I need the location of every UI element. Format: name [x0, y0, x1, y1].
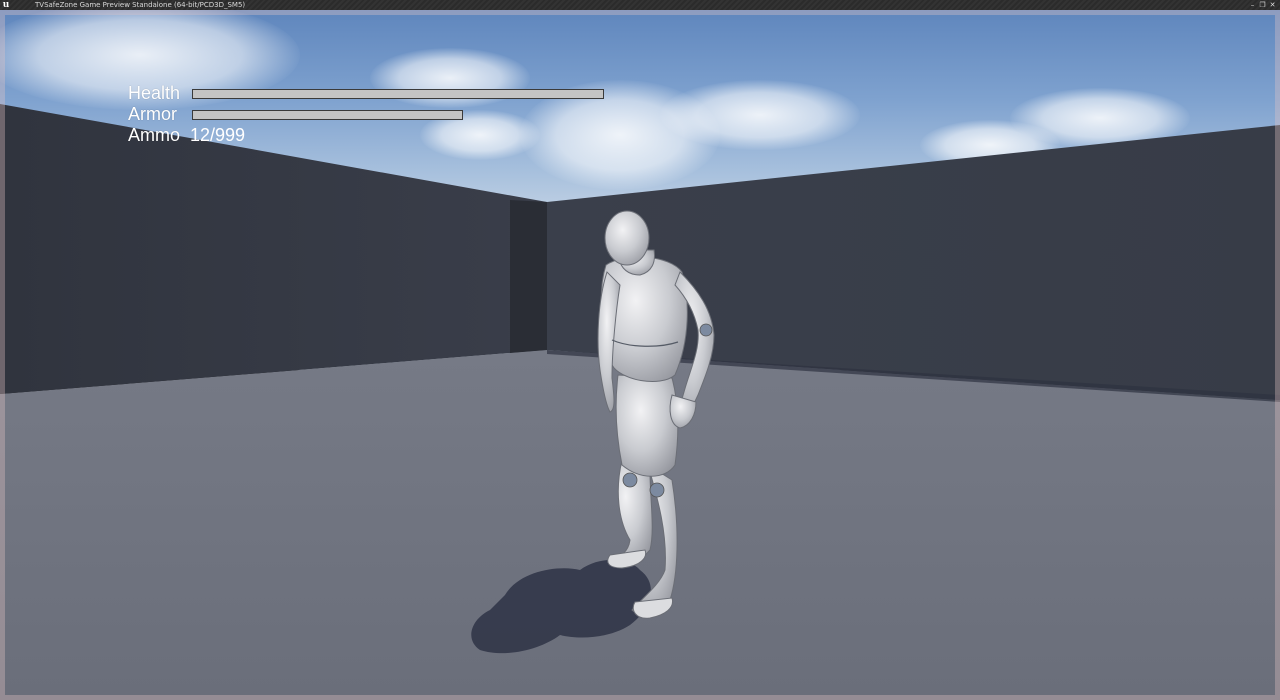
ammo-value: 12/999 — [190, 125, 246, 145]
armor-bar-fill — [193, 110, 462, 119]
game-viewport[interactable]: Health Armor Ammo 12/999 — [0, 10, 1280, 700]
armor-bar — [192, 109, 463, 120]
health-bar-fill — [193, 89, 603, 98]
restore-icon[interactable]: ❐ — [1259, 1, 1266, 9]
title-bar[interactable]: u TVSafeZone Game Preview Standalone (64… — [0, 0, 1280, 10]
left-wall — [0, 104, 547, 394]
unreal-engine-logo-icon: u — [2, 0, 10, 10]
window-controls: – ❐ ✕ — [1249, 0, 1276, 10]
window-title: TVSafeZone Game Preview Standalone (64-b… — [35, 1, 246, 9]
ammo-label: Ammo — [128, 125, 181, 145]
health-bar — [192, 88, 604, 99]
minimize-icon[interactable]: – — [1249, 1, 1256, 9]
corner-shadow — [510, 200, 547, 353]
health-row: Health — [128, 83, 604, 104]
game-window: u TVSafeZone Game Preview Standalone (64… — [0, 0, 1280, 700]
ammo-row: Ammo 12/999 — [128, 125, 604, 146]
armor-row: Armor — [128, 104, 604, 125]
health-label: Health — [128, 83, 181, 103]
hud: Health Armor Ammo 12/999 — [128, 83, 604, 146]
armor-label: Armor — [128, 104, 177, 124]
close-icon[interactable]: ✕ — [1269, 1, 1276, 9]
